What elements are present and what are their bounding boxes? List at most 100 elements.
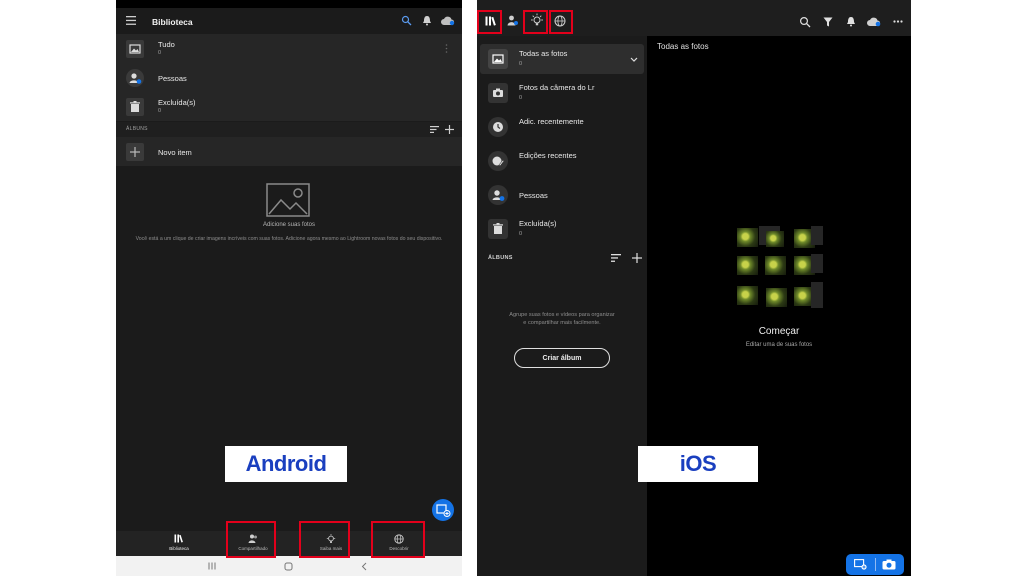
cloud-sync-icon[interactable] <box>867 16 881 27</box>
people-icon <box>488 185 508 205</box>
library-item-label: Pessoas <box>158 74 187 83</box>
home-icon[interactable] <box>284 562 293 571</box>
highlight-learn-tab <box>299 521 350 558</box>
sidebar-item-count: 0 <box>519 95 523 101</box>
bottom-actions <box>846 554 904 575</box>
photo-thumbnail <box>765 256 786 275</box>
library-item-label: Excluída(s) <box>158 98 196 107</box>
divider <box>875 558 876 571</box>
cloud-sync-icon[interactable] <box>441 16 455 26</box>
people-icon <box>126 69 144 87</box>
trash-icon <box>488 219 508 239</box>
clock-icon <box>488 117 508 137</box>
photo-thumbnail <box>737 256 758 275</box>
bell-icon[interactable] <box>846 16 856 27</box>
highlight-library-tab <box>477 10 502 34</box>
ios-screen: Todas as fotos 0 Fotos da câmera do Lr 0… <box>477 0 911 576</box>
get-started-subtitle: Editar uma de suas fotos <box>745 342 813 348</box>
app-bar: Biblioteca <box>116 8 462 34</box>
highlight-discover-tab <box>549 10 573 34</box>
library-item-all[interactable]: Tudo 0 <box>116 34 462 63</box>
back-icon[interactable] <box>361 562 367 571</box>
sidebar-item-count: 0 <box>519 231 523 237</box>
search-people-icon[interactable] <box>401 15 412 26</box>
android-label: Android <box>225 446 347 482</box>
photo-thumbnail <box>737 228 758 247</box>
bell-icon[interactable] <box>422 15 432 26</box>
highlight-discover-tab <box>371 521 425 558</box>
sidebar-item-recently-added[interactable]: Adic. recentemente <box>480 112 644 142</box>
albums-empty-text: Agrupe suas fotos e vídeos para organiza… <box>509 312 615 327</box>
photo-thumbnail <box>811 254 823 273</box>
sidebar-item-label: Pessoas <box>519 191 548 200</box>
sidebar-item-all-photos[interactable]: Todas as fotos 0 <box>480 44 644 74</box>
library-item-count: 0 <box>158 50 162 56</box>
shared-people-icon[interactable] <box>507 15 519 26</box>
sample-photo-grid <box>737 226 823 312</box>
library-item-people[interactable]: Pessoas <box>116 63 462 92</box>
library-item-label: Tudo <box>158 40 175 49</box>
photo-placeholder-icon <box>266 183 310 217</box>
photo-thumbnail <box>811 282 823 308</box>
tab-library[interactable]: Biblioteca <box>154 531 204 556</box>
filter-icon[interactable] <box>823 17 833 27</box>
android-screen: Biblioteca Tudo 0 Pessoas Excluída(s) 0 <box>116 0 462 576</box>
plus-icon <box>126 143 144 161</box>
empty-state-description: Você está a um clique de criar imagens i… <box>135 236 443 242</box>
sidebar: Todas as fotos 0 Fotos da câmera do Lr 0… <box>477 36 647 576</box>
search-people-icon[interactable] <box>799 16 811 28</box>
system-navigation-bar <box>116 556 462 576</box>
sidebar-item-lr-camera[interactable]: Fotos da câmera do Lr 0 <box>480 78 644 108</box>
chevron-down-icon[interactable] <box>630 57 638 62</box>
sidebar-item-deleted[interactable]: Excluída(s) 0 <box>480 214 644 244</box>
trash-icon <box>126 98 144 116</box>
sidebar-item-label: Edições recentes <box>519 151 577 160</box>
add-album-icon[interactable] <box>632 253 642 263</box>
sidebar-item-people[interactable]: Pessoas <box>480 180 644 210</box>
sidebar-item-label: Excluída(s) <box>519 219 557 228</box>
add-photo-icon[interactable] <box>854 559 867 570</box>
more-vertical-icon[interactable] <box>445 44 448 53</box>
sidebar-item-label: Todas as fotos <box>519 49 568 58</box>
highlight-shared-tab <box>226 521 276 558</box>
image-icon <box>488 49 508 69</box>
sidebar-item-recent-edits[interactable]: Edições recentes <box>480 146 644 176</box>
more-icon[interactable] <box>893 20 903 23</box>
new-item-row[interactable]: Novo item <box>116 137 462 166</box>
page-title: Biblioteca <box>152 17 193 27</box>
photo-thumbnail <box>737 286 758 305</box>
photo-thumbnail <box>811 226 823 245</box>
recent-apps-icon[interactable] <box>208 562 216 570</box>
library-icon <box>174 534 183 543</box>
albums-label: ÁLBUNS <box>126 126 148 132</box>
new-item-label: Novo item <box>158 148 192 157</box>
add-album-icon[interactable] <box>445 125 454 134</box>
status-bar <box>116 0 462 8</box>
ios-label: iOS <box>638 446 758 482</box>
main-content: Todas as fotos Começar Editar uma de sua… <box>647 36 911 576</box>
camera-icon[interactable] <box>882 559 896 570</box>
tab-label: Biblioteca <box>169 546 189 551</box>
menu-icon[interactable] <box>126 16 136 25</box>
sort-icon[interactable] <box>430 126 439 133</box>
add-photos-button[interactable] <box>432 499 454 521</box>
page-title: Todas as fotos <box>657 42 709 51</box>
highlight-learn-tab <box>523 10 548 34</box>
sidebar-item-label: Fotos da câmera do Lr <box>519 83 595 92</box>
sidebar-item-label: Adic. recentemente <box>519 117 584 126</box>
sidebar-item-count: 0 <box>519 61 523 67</box>
edit-icon <box>488 151 508 171</box>
empty-state-title: Adicione suas fotos <box>262 222 316 228</box>
library-item-count: 0 <box>158 108 162 114</box>
albums-header: ÁLBUNS <box>116 122 462 137</box>
add-photo-icon <box>436 504 451 517</box>
sort-icon[interactable] <box>611 254 621 262</box>
photo-thumbnail <box>766 288 787 307</box>
photo-thumbnail <box>766 231 784 247</box>
library-item-deleted[interactable]: Excluída(s) 0 <box>116 92 462 121</box>
albums-label: ÁLBUNS <box>488 255 513 261</box>
get-started-title: Começar <box>758 326 800 337</box>
image-icon <box>126 40 144 58</box>
camera-icon <box>488 83 508 103</box>
create-album-button[interactable]: Criar álbum <box>514 348 610 368</box>
